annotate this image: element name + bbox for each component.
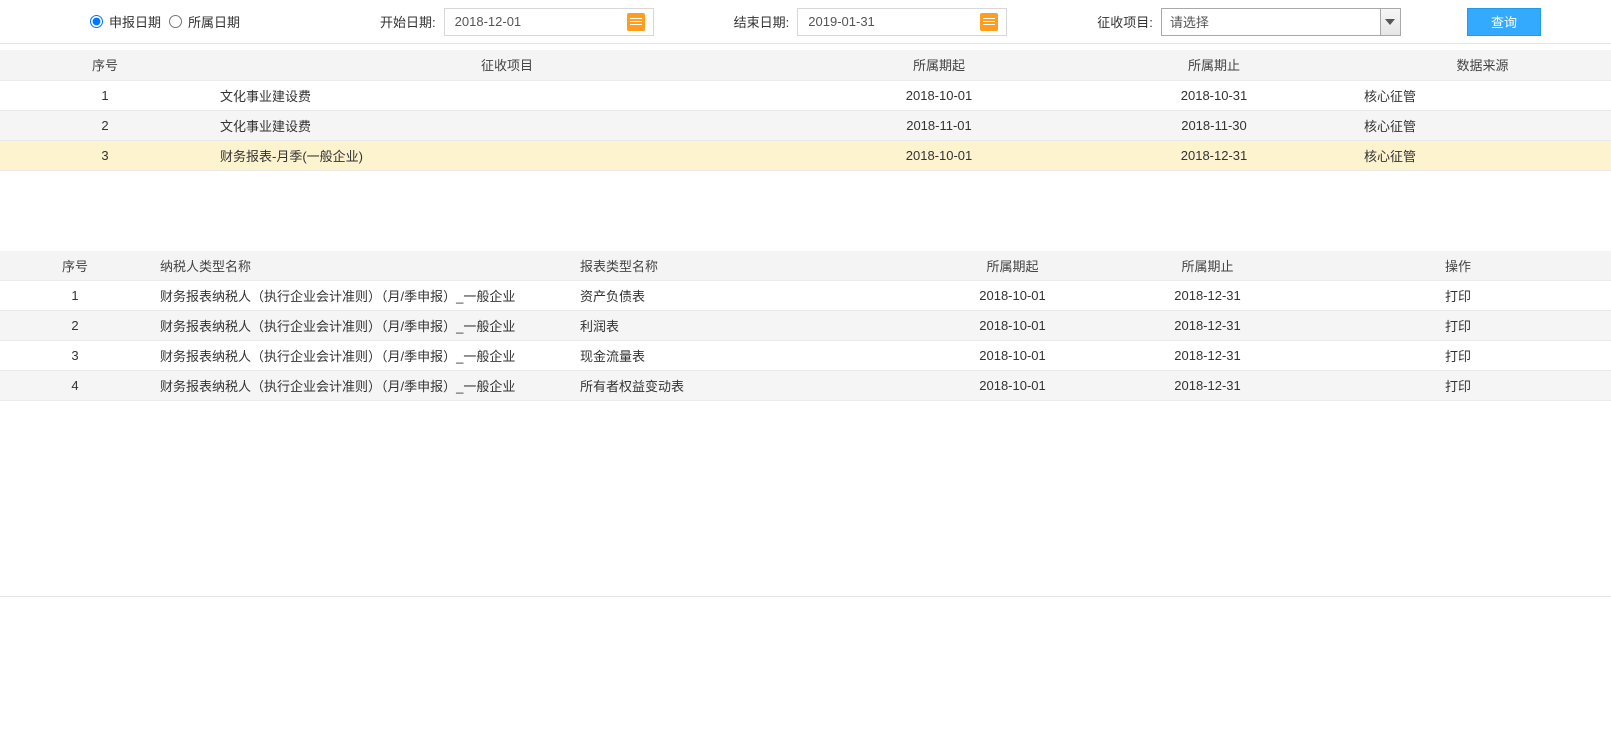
collection-table-header-row: 序号 征收项目 所属期起 所属期止 数据来源 [0, 50, 1611, 80]
cell-payer: 财务报表纳税人（执行企业会计准则）（月/季申报）_一般企业 [150, 311, 570, 341]
cell-op: 打印 [1305, 281, 1611, 311]
cell-no: 1 [0, 80, 210, 110]
table-row[interactable]: 1文化事业建设费2018-10-012018-10-31核心征管 [0, 80, 1611, 110]
report-table: 序号 纳税人类型名称 报表类型名称 所属期起 所属期止 操作 1财务报表纳税人（… [0, 251, 1611, 402]
th2-end: 所属期止 [1110, 251, 1305, 281]
end-date-label: 结束日期: [734, 12, 790, 31]
th2-report: 报表类型名称 [570, 251, 915, 281]
cell-report: 所有者权益变动表 [570, 371, 915, 401]
print-link[interactable]: 打印 [1445, 379, 1471, 394]
cell-start: 2018-10-01 [915, 311, 1110, 341]
cell-project: 文化事业建设费 [210, 80, 804, 110]
radio-declare-date[interactable]: 申报日期 [90, 12, 161, 31]
cell-no: 4 [0, 371, 150, 401]
cell-payer: 财务报表纳税人（执行企业会计准则）（月/季申报）_一般企业 [150, 371, 570, 401]
query-button-label: 查询 [1491, 12, 1517, 31]
cell-project: 财务报表-月季(一般企业) [210, 140, 804, 170]
cell-start: 2018-10-01 [804, 140, 1074, 170]
calendar-icon[interactable] [980, 13, 998, 31]
cell-start: 2018-10-01 [915, 341, 1110, 371]
start-date-input[interactable] [453, 13, 627, 30]
cell-source: 核心征管 [1354, 80, 1611, 110]
end-date-block: 结束日期: [734, 8, 1008, 36]
table-row[interactable]: 3财务报表纳税人（执行企业会计准则）（月/季申报）_一般企业现金流量表2018-… [0, 341, 1611, 371]
th-source: 数据来源 [1354, 50, 1611, 80]
end-date-input[interactable] [806, 13, 980, 30]
cell-op: 打印 [1305, 341, 1611, 371]
print-link[interactable]: 打印 [1445, 319, 1471, 334]
collection-table: 序号 征收项目 所属期起 所属期止 数据来源 1文化事业建设费2018-10-0… [0, 50, 1611, 171]
table-row[interactable]: 2文化事业建设费2018-11-012018-11-30核心征管 [0, 110, 1611, 140]
cell-no: 3 [0, 341, 150, 371]
cell-payer: 财务报表纳税人（执行企业会计准则）（月/季申报）_一般企业 [150, 341, 570, 371]
cell-report: 现金流量表 [570, 341, 915, 371]
cell-no: 1 [0, 281, 150, 311]
cell-end: 2018-12-31 [1074, 140, 1354, 170]
cell-end: 2018-12-31 [1110, 311, 1305, 341]
th2-start: 所属期起 [915, 251, 1110, 281]
th-start: 所属期起 [804, 50, 1074, 80]
th2-op: 操作 [1305, 251, 1611, 281]
cell-start: 2018-10-01 [804, 80, 1074, 110]
dropdown-button[interactable] [1380, 9, 1400, 35]
cell-start: 2018-10-01 [915, 281, 1110, 311]
report-table-wrap: 序号 纳税人类型名称 报表类型名称 所属期起 所属期止 操作 1财务报表纳税人（… [0, 251, 1611, 402]
page-root: 申报日期 所属日期 开始日期: 结束日期: 征收项目: 请选择 [0, 0, 1611, 735]
cell-end: 2018-11-30 [1074, 110, 1354, 140]
th2-payer: 纳税人类型名称 [150, 251, 570, 281]
cell-no: 2 [0, 110, 210, 140]
cell-start: 2018-11-01 [804, 110, 1074, 140]
filter-bar: 申报日期 所属日期 开始日期: 结束日期: 征收项目: 请选择 [0, 0, 1611, 44]
print-link[interactable]: 打印 [1445, 289, 1471, 304]
table-row[interactable]: 2财务报表纳税人（执行企业会计准则）（月/季申报）_一般企业利润表2018-10… [0, 311, 1611, 341]
cell-report: 资产负债表 [570, 281, 915, 311]
cell-project: 文化事业建设费 [210, 110, 804, 140]
bottom-divider [0, 596, 1611, 597]
radio-belong-input[interactable] [169, 15, 182, 28]
table-row[interactable]: 4财务报表纳税人（执行企业会计准则）（月/季申报）_一般企业所有者权益变动表20… [0, 371, 1611, 401]
cell-report: 利润表 [570, 311, 915, 341]
print-link[interactable]: 打印 [1445, 349, 1471, 364]
radio-belong-label: 所属日期 [188, 12, 240, 31]
cell-source: 核心征管 [1354, 110, 1611, 140]
cell-end: 2018-10-31 [1074, 80, 1354, 110]
radio-belong-date[interactable]: 所属日期 [169, 12, 240, 31]
th-project: 征收项目 [210, 50, 804, 80]
cell-op: 打印 [1305, 371, 1611, 401]
th-no: 序号 [0, 50, 210, 80]
project-select-placeholder: 请选择 [1170, 12, 1209, 31]
project-select[interactable]: 请选择 [1161, 8, 1401, 36]
table-row[interactable]: 3财务报表-月季(一般企业)2018-10-012018-12-31核心征管 [0, 140, 1611, 170]
cell-end: 2018-12-31 [1110, 281, 1305, 311]
cell-source: 核心征管 [1354, 140, 1611, 170]
start-date-block: 开始日期: [380, 8, 654, 36]
report-table-header-row: 序号 纳税人类型名称 报表类型名称 所属期起 所属期止 操作 [0, 251, 1611, 281]
cell-end: 2018-12-31 [1110, 341, 1305, 371]
cell-no: 2 [0, 311, 150, 341]
th2-no: 序号 [0, 251, 150, 281]
date-type-radio-group: 申报日期 所属日期 [90, 12, 240, 31]
query-button[interactable]: 查询 [1467, 8, 1541, 36]
chevron-down-icon [1385, 19, 1395, 25]
end-date-input-wrap[interactable] [797, 8, 1007, 36]
radio-declare-label: 申报日期 [109, 12, 161, 31]
th-end: 所属期止 [1074, 50, 1354, 80]
cell-end: 2018-12-31 [1110, 371, 1305, 401]
table-row[interactable]: 1财务报表纳税人（执行企业会计准则）（月/季申报）_一般企业资产负债表2018-… [0, 281, 1611, 311]
start-date-label: 开始日期: [380, 12, 436, 31]
calendar-icon[interactable] [627, 13, 645, 31]
project-select-block: 征收项目: 请选择 [1097, 8, 1401, 36]
radio-declare-input[interactable] [90, 15, 103, 28]
cell-no: 3 [0, 140, 210, 170]
start-date-input-wrap[interactable] [444, 8, 654, 36]
cell-payer: 财务报表纳税人（执行企业会计准则）（月/季申报）_一般企业 [150, 281, 570, 311]
cell-op: 打印 [1305, 311, 1611, 341]
project-select-label: 征收项目: [1097, 12, 1153, 31]
cell-start: 2018-10-01 [915, 371, 1110, 401]
